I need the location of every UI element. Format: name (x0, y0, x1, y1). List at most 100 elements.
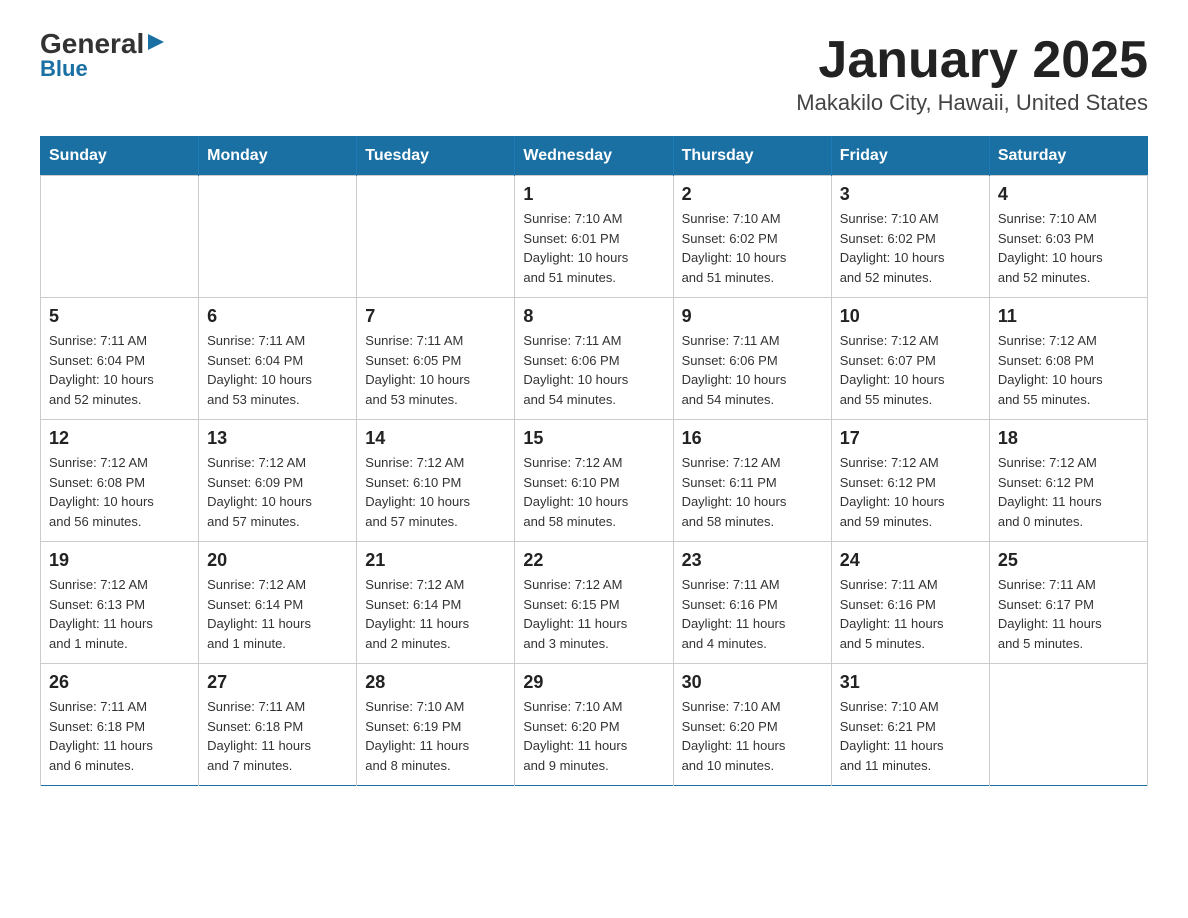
day-info: Sunrise: 7:11 AM Sunset: 6:18 PM Dayligh… (207, 697, 348, 775)
day-number: 9 (682, 306, 823, 327)
calendar-cell: 3 Sunrise: 7:10 AM Sunset: 6:02 PM Daylig… (831, 176, 989, 298)
day-number: 10 (840, 306, 981, 327)
day-info: Sunrise: 7:12 AM Sunset: 6:11 PM Dayligh… (682, 453, 823, 531)
calendar-cell: 25Sunrise: 7:11 AM Sunset: 6:17 PM Dayli… (989, 542, 1147, 664)
day-info: Sunrise: 7:12 AM Sunset: 6:14 PM Dayligh… (207, 575, 348, 653)
calendar-cell: 11 Sunrise: 7:12 AM Sunset: 6:08 PM Dayli… (989, 298, 1147, 420)
day-number: 7 (365, 306, 506, 327)
calendar-cell: 10Sunrise: 7:12 AM Sunset: 6:07 PM Dayli… (831, 298, 989, 420)
weekday-header-wednesday: Wednesday (515, 137, 673, 176)
calendar-cell: 13Sunrise: 7:12 AM Sunset: 6:09 PM Dayli… (199, 420, 357, 542)
page-header: General Blue January 2025 Makakilo City,… (40, 30, 1148, 116)
day-number: 3 (840, 184, 981, 205)
day-number: 19 (49, 550, 190, 571)
weekday-header-friday: Friday (831, 137, 989, 176)
day-info: Sunrise: 7:11 AM Sunset: 6:18 PM Dayligh… (49, 697, 190, 775)
day-info: Sunrise: 7:11 AM Sunset: 6:04 PM Dayligh… (207, 331, 348, 409)
day-number: 5 (49, 306, 190, 327)
page-subtitle: Makakilo City, Hawaii, United States (796, 90, 1148, 116)
day-number: 8 (523, 306, 664, 327)
calendar-cell: 30 Sunrise: 7:10 AM Sunset: 6:20 PM Dayli… (673, 664, 831, 786)
calendar-cell: 28 Sunrise: 7:10 AM Sunset: 6:19 PM Dayli… (357, 664, 515, 786)
day-info: Sunrise: 7:10 AM Sunset: 6:20 PM Dayligh… (523, 697, 664, 775)
day-info: Sunrise: 7:10 AM Sunset: 6:19 PM Dayligh… (365, 697, 506, 775)
day-number: 20 (207, 550, 348, 571)
page-title: January 2025 (796, 30, 1148, 90)
day-info: Sunrise: 7:11 AM Sunset: 6:06 PM Dayligh… (523, 331, 664, 409)
calendar-cell (41, 176, 199, 298)
day-number: 18 (998, 428, 1139, 449)
calendar-cell: 20 Sunrise: 7:12 AM Sunset: 6:14 PM Dayli… (199, 542, 357, 664)
calendar-cell: 2Sunrise: 7:10 AM Sunset: 6:02 PM Daylig… (673, 176, 831, 298)
day-number: 26 (49, 672, 190, 693)
day-number: 16 (682, 428, 823, 449)
calendar-week-row: 5 Sunrise: 7:11 AM Sunset: 6:04 PM Daylig… (41, 298, 1148, 420)
day-number: 12 (49, 428, 190, 449)
calendar-week-row: 1 Sunrise: 7:10 AM Sunset: 6:01 PM Daylig… (41, 176, 1148, 298)
calendar-cell: 29 Sunrise: 7:10 AM Sunset: 6:20 PM Dayli… (515, 664, 673, 786)
day-info: Sunrise: 7:11 AM Sunset: 6:16 PM Dayligh… (840, 575, 981, 653)
weekday-header-monday: Monday (199, 137, 357, 176)
day-number: 22 (523, 550, 664, 571)
day-info: Sunrise: 7:12 AM Sunset: 6:08 PM Dayligh… (49, 453, 190, 531)
calendar-cell: 15Sunrise: 7:12 AM Sunset: 6:10 PM Dayli… (515, 420, 673, 542)
calendar-cell: 21Sunrise: 7:12 AM Sunset: 6:14 PM Dayli… (357, 542, 515, 664)
calendar-cell: 17 Sunrise: 7:12 AM Sunset: 6:12 PM Dayli… (831, 420, 989, 542)
calendar-cell: 14 Sunrise: 7:12 AM Sunset: 6:10 PM Dayli… (357, 420, 515, 542)
day-info: Sunrise: 7:10 AM Sunset: 6:20 PM Dayligh… (682, 697, 823, 775)
day-info: Sunrise: 7:12 AM Sunset: 6:08 PM Dayligh… (998, 331, 1139, 409)
calendar-table: SundayMondayTuesdayWednesdayThursdayFrid… (40, 136, 1148, 786)
day-number: 1 (523, 184, 664, 205)
day-info: Sunrise: 7:10 AM Sunset: 6:01 PM Dayligh… (523, 209, 664, 287)
day-number: 13 (207, 428, 348, 449)
day-info: Sunrise: 7:12 AM Sunset: 6:12 PM Dayligh… (840, 453, 981, 531)
day-number: 28 (365, 672, 506, 693)
day-number: 29 (523, 672, 664, 693)
calendar-cell: 1 Sunrise: 7:10 AM Sunset: 6:01 PM Daylig… (515, 176, 673, 298)
day-info: Sunrise: 7:11 AM Sunset: 6:04 PM Dayligh… (49, 331, 190, 409)
day-info: Sunrise: 7:12 AM Sunset: 6:14 PM Dayligh… (365, 575, 506, 653)
day-number: 6 (207, 306, 348, 327)
day-number: 24 (840, 550, 981, 571)
weekday-header-tuesday: Tuesday (357, 137, 515, 176)
day-number: 4 (998, 184, 1139, 205)
calendar-cell: 9 Sunrise: 7:11 AM Sunset: 6:06 PM Daylig… (673, 298, 831, 420)
weekday-header-thursday: Thursday (673, 137, 831, 176)
weekday-header-saturday: Saturday (989, 137, 1147, 176)
calendar-header-row: SundayMondayTuesdayWednesdayThursdayFrid… (41, 137, 1148, 176)
weekday-header-sunday: Sunday (41, 137, 199, 176)
day-number: 14 (365, 428, 506, 449)
calendar-cell: 26 Sunrise: 7:11 AM Sunset: 6:18 PM Dayli… (41, 664, 199, 786)
day-info: Sunrise: 7:12 AM Sunset: 6:15 PM Dayligh… (523, 575, 664, 653)
day-info: Sunrise: 7:12 AM Sunset: 6:10 PM Dayligh… (523, 453, 664, 531)
logo: General Blue (40, 30, 166, 82)
day-info: Sunrise: 7:11 AM Sunset: 6:17 PM Dayligh… (998, 575, 1139, 653)
calendar-cell (199, 176, 357, 298)
calendar-cell: 31Sunrise: 7:10 AM Sunset: 6:21 PM Dayli… (831, 664, 989, 786)
day-info: Sunrise: 7:10 AM Sunset: 6:02 PM Dayligh… (840, 209, 981, 287)
day-number: 11 (998, 306, 1139, 327)
day-number: 31 (840, 672, 981, 693)
logo-general: General (40, 30, 144, 58)
calendar-cell: 27 Sunrise: 7:11 AM Sunset: 6:18 PM Dayli… (199, 664, 357, 786)
calendar-cell: 19 Sunrise: 7:12 AM Sunset: 6:13 PM Dayli… (41, 542, 199, 664)
calendar-cell: 7Sunrise: 7:11 AM Sunset: 6:05 PM Daylig… (357, 298, 515, 420)
day-number: 30 (682, 672, 823, 693)
calendar-cell: 23Sunrise: 7:11 AM Sunset: 6:16 PM Dayli… (673, 542, 831, 664)
day-info: Sunrise: 7:11 AM Sunset: 6:06 PM Dayligh… (682, 331, 823, 409)
calendar-cell (989, 664, 1147, 786)
day-number: 2 (682, 184, 823, 205)
day-number: 17 (840, 428, 981, 449)
calendar-week-row: 26 Sunrise: 7:11 AM Sunset: 6:18 PM Dayli… (41, 664, 1148, 786)
day-info: Sunrise: 7:12 AM Sunset: 6:13 PM Dayligh… (49, 575, 190, 653)
day-info: Sunrise: 7:12 AM Sunset: 6:10 PM Dayligh… (365, 453, 506, 531)
calendar-cell: 5 Sunrise: 7:11 AM Sunset: 6:04 PM Daylig… (41, 298, 199, 420)
calendar-cell: 22 Sunrise: 7:12 AM Sunset: 6:15 PM Dayli… (515, 542, 673, 664)
logo-arrow-icon (146, 32, 166, 52)
calendar-cell (357, 176, 515, 298)
calendar-cell: 18Sunrise: 7:12 AM Sunset: 6:12 PM Dayli… (989, 420, 1147, 542)
calendar-week-row: 12 Sunrise: 7:12 AM Sunset: 6:08 PM Dayli… (41, 420, 1148, 542)
day-number: 27 (207, 672, 348, 693)
calendar-cell: 4Sunrise: 7:10 AM Sunset: 6:03 PM Daylig… (989, 176, 1147, 298)
calendar-cell: 16 Sunrise: 7:12 AM Sunset: 6:11 PM Dayli… (673, 420, 831, 542)
